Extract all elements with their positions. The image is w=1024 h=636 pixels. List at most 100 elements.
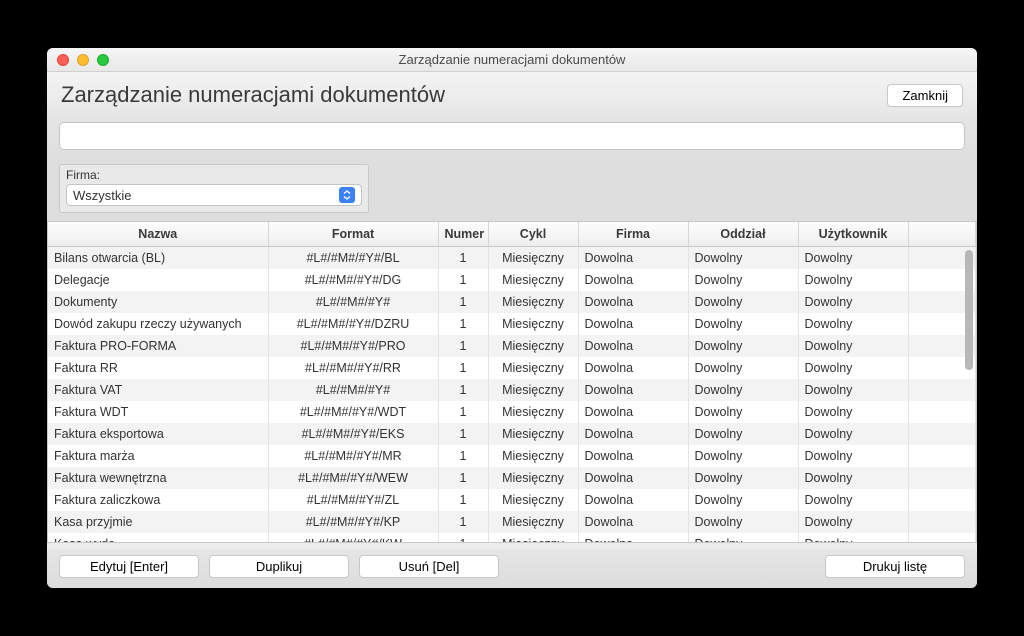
cell-nazwa: Dowód zakupu rzeczy używanych <box>48 313 268 335</box>
cell-format: #L#/#M#/#Y#/DG <box>268 269 438 291</box>
cell-blank <box>908 401 976 423</box>
table-row[interactable]: Dowód zakupu rzeczy używanych#L#/#M#/#Y#… <box>48 313 976 335</box>
column-cykl[interactable]: Cykl <box>488 222 578 247</box>
table-row[interactable]: Delegacje#L#/#M#/#Y#/DG1MiesięcznyDowoln… <box>48 269 976 291</box>
table-header-row: Nazwa Format Numer Cykl Firma Oddział Uż… <box>48 222 976 247</box>
table-row[interactable]: Faktura zaliczkowa#L#/#M#/#Y#/ZL1Miesięc… <box>48 489 976 511</box>
cell-uzytkownik: Dowolny <box>798 511 908 533</box>
cell-nazwa: Faktura PRO-FORMA <box>48 335 268 357</box>
delete-button[interactable]: Usuń [Del] <box>359 555 499 578</box>
cell-nazwa: Faktura RR <box>48 357 268 379</box>
table-row[interactable]: Faktura WDT#L#/#M#/#Y#/WDT1MiesięcznyDow… <box>48 401 976 423</box>
cell-numer: 1 <box>438 379 488 401</box>
chevron-updown-icon <box>339 187 355 203</box>
cell-oddzial: Dowolny <box>688 423 798 445</box>
firma-select[interactable]: Wszystkie <box>66 184 362 206</box>
close-icon[interactable] <box>57 54 69 66</box>
table-row[interactable]: Faktura wewnętrzna#L#/#M#/#Y#/WEW1Miesię… <box>48 467 976 489</box>
cell-cykl: Miesięczny <box>488 313 578 335</box>
cell-firma: Dowolna <box>578 247 688 270</box>
cell-cykl: Miesięczny <box>488 269 578 291</box>
cell-uzytkownik: Dowolny <box>798 423 908 445</box>
cell-uzytkownik: Dowolny <box>798 357 908 379</box>
cell-nazwa: Kasa przyjmie <box>48 511 268 533</box>
column-firma[interactable]: Firma <box>578 222 688 247</box>
cell-blank <box>908 423 976 445</box>
cell-firma: Dowolna <box>578 511 688 533</box>
cell-numer: 1 <box>438 445 488 467</box>
cell-blank <box>908 379 976 401</box>
cell-uzytkownik: Dowolny <box>798 401 908 423</box>
cell-numer: 1 <box>438 511 488 533</box>
cell-nazwa: Faktura WDT <box>48 401 268 423</box>
duplicate-button[interactable]: Duplikuj <box>209 555 349 578</box>
cell-oddzial: Dowolny <box>688 291 798 313</box>
column-oddzial[interactable]: Oddział <box>688 222 798 247</box>
table-row[interactable]: Bilans otwarcia (BL)#L#/#M#/#Y#/BL1Miesi… <box>48 247 976 270</box>
cell-uzytkownik: Dowolny <box>798 379 908 401</box>
table-row[interactable]: Faktura marża#L#/#M#/#Y#/MR1MiesięcznyDo… <box>48 445 976 467</box>
filter-bar: Firma: Wszystkie <box>47 160 977 221</box>
cell-blank <box>908 445 976 467</box>
cell-numer: 1 <box>438 313 488 335</box>
cell-format: #L#/#M#/#Y#/KP <box>268 511 438 533</box>
table-row[interactable]: Kasa wyda#L#/#M#/#Y#/KW1MiesięcznyDowoln… <box>48 533 976 543</box>
column-uzytkownik[interactable]: Użytkownik <box>798 222 908 247</box>
table-row[interactable]: Faktura RR#L#/#M#/#Y#/RR1MiesięcznyDowol… <box>48 357 976 379</box>
cell-nazwa: Bilans otwarcia (BL) <box>48 247 268 270</box>
cell-uzytkownik: Dowolny <box>798 467 908 489</box>
cell-oddzial: Dowolny <box>688 401 798 423</box>
cell-cykl: Miesięczny <box>488 357 578 379</box>
close-button[interactable]: Zamknij <box>887 84 963 107</box>
cell-firma: Dowolna <box>578 269 688 291</box>
cell-firma: Dowolna <box>578 401 688 423</box>
cell-numer: 1 <box>438 467 488 489</box>
cell-numer: 1 <box>438 401 488 423</box>
cell-oddzial: Dowolny <box>688 379 798 401</box>
titlebar: Zarządzanie numeracjami dokumentów <box>47 48 977 72</box>
cell-uzytkownik: Dowolny <box>798 335 908 357</box>
cell-cykl: Miesięczny <box>488 401 578 423</box>
cell-uzytkownik: Dowolny <box>798 313 908 335</box>
window-title: Zarządzanie numeracjami dokumentów <box>47 52 977 67</box>
search-bar <box>47 116 977 160</box>
cell-oddzial: Dowolny <box>688 335 798 357</box>
cell-format: #L#/#M#/#Y#/WEW <box>268 467 438 489</box>
table-row[interactable]: Kasa przyjmie#L#/#M#/#Y#/KP1MiesięcznyDo… <box>48 511 976 533</box>
cell-nazwa: Delegacje <box>48 269 268 291</box>
cell-blank <box>908 511 976 533</box>
cell-oddzial: Dowolny <box>688 357 798 379</box>
column-nazwa[interactable]: Nazwa <box>48 222 268 247</box>
filter-firma: Firma: Wszystkie <box>59 164 369 213</box>
minimize-icon[interactable] <box>77 54 89 66</box>
cell-oddzial: Dowolny <box>688 445 798 467</box>
cell-numer: 1 <box>438 357 488 379</box>
cell-blank <box>908 467 976 489</box>
table-row[interactable]: Faktura eksportowa#L#/#M#/#Y#/EKS1Miesię… <box>48 423 976 445</box>
column-format[interactable]: Format <box>268 222 438 247</box>
cell-numer: 1 <box>438 533 488 543</box>
print-button[interactable]: Drukuj listę <box>825 555 965 578</box>
cell-cykl: Miesięczny <box>488 291 578 313</box>
cell-cykl: Miesięczny <box>488 247 578 270</box>
table-row[interactable]: Dokumenty#L#/#M#/#Y#1MiesięcznyDowolnaDo… <box>48 291 976 313</box>
scrollbar-vertical[interactable] <box>965 250 973 370</box>
cell-nazwa: Faktura VAT <box>48 379 268 401</box>
cell-format: #L#/#M#/#Y# <box>268 291 438 313</box>
search-input[interactable] <box>59 122 965 150</box>
zoom-icon[interactable] <box>97 54 109 66</box>
data-table-wrap: Nazwa Format Numer Cykl Firma Oddział Uż… <box>47 221 977 543</box>
table-row[interactable]: Faktura PRO-FORMA#L#/#M#/#Y#/PRO1Miesięc… <box>48 335 976 357</box>
column-blank <box>908 222 976 247</box>
column-numer[interactable]: Numer <box>438 222 488 247</box>
cell-uzytkownik: Dowolny <box>798 291 908 313</box>
cell-oddzial: Dowolny <box>688 467 798 489</box>
cell-oddzial: Dowolny <box>688 247 798 270</box>
cell-numer: 1 <box>438 489 488 511</box>
filter-firma-label: Firma: <box>66 168 362 182</box>
edit-button[interactable]: Edytuj [Enter] <box>59 555 199 578</box>
cell-cykl: Miesięczny <box>488 489 578 511</box>
cell-firma: Dowolna <box>578 291 688 313</box>
table-row[interactable]: Faktura VAT#L#/#M#/#Y#1MiesięcznyDowolna… <box>48 379 976 401</box>
cell-cykl: Miesięczny <box>488 423 578 445</box>
